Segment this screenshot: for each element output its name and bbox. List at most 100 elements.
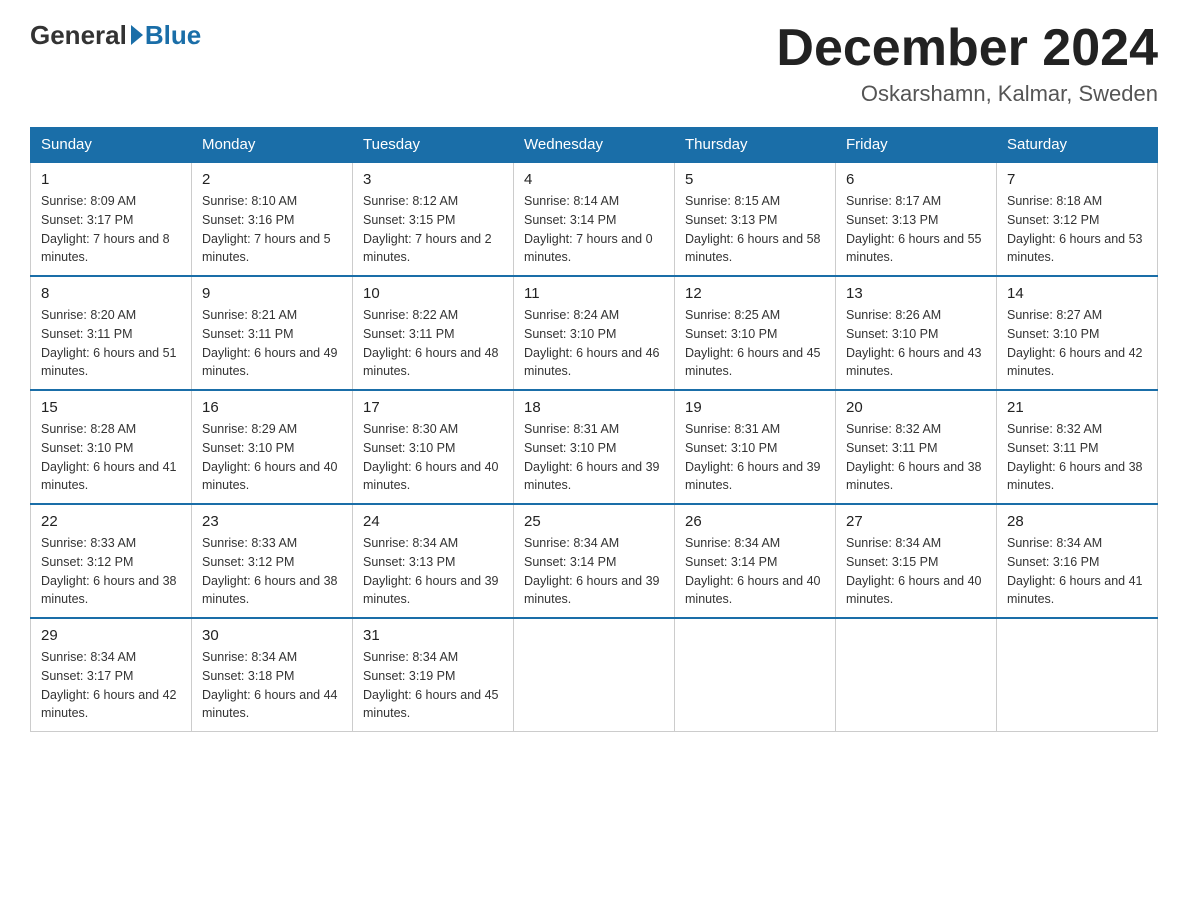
calendar-cell — [836, 618, 997, 732]
calendar-cell: 4 Sunrise: 8:14 AMSunset: 3:14 PMDaylight… — [514, 162, 675, 276]
day-info: Sunrise: 8:33 AMSunset: 3:12 PMDaylight:… — [41, 534, 181, 609]
day-info: Sunrise: 8:34 AMSunset: 3:14 PMDaylight:… — [685, 534, 825, 609]
calendar-cell: 8 Sunrise: 8:20 AMSunset: 3:11 PMDaylight… — [31, 276, 192, 390]
day-number: 14 — [1007, 285, 1147, 302]
day-number: 29 — [41, 627, 181, 644]
calendar-cell: 20Sunrise: 8:32 AMSunset: 3:11 PMDayligh… — [836, 390, 997, 504]
calendar-day-header: Sunday — [31, 128, 192, 163]
calendar-table: SundayMondayTuesdayWednesdayThursdayFrid… — [30, 127, 1158, 732]
day-info: Sunrise: 8:31 AMSunset: 3:10 PMDaylight:… — [524, 420, 664, 495]
location-text: Oskarshamn, Kalmar, Sweden — [776, 81, 1158, 107]
calendar-day-header: Monday — [192, 128, 353, 163]
day-info: Sunrise: 8:32 AMSunset: 3:11 PMDaylight:… — [846, 420, 986, 495]
calendar-cell: 21Sunrise: 8:32 AMSunset: 3:11 PMDayligh… — [997, 390, 1158, 504]
day-info: Sunrise: 8:34 AMSunset: 3:13 PMDaylight:… — [363, 534, 503, 609]
calendar-day-header: Friday — [836, 128, 997, 163]
month-title: December 2024 — [776, 20, 1158, 77]
day-number: 19 — [685, 399, 825, 416]
day-info: Sunrise: 8:34 AMSunset: 3:16 PMDaylight:… — [1007, 534, 1147, 609]
calendar-cell: 5 Sunrise: 8:15 AMSunset: 3:13 PMDaylight… — [675, 162, 836, 276]
calendar-cell: 7Sunrise: 8:18 AMSunset: 3:12 PMDaylight… — [997, 162, 1158, 276]
day-number: 11 — [524, 285, 664, 302]
calendar-week-row: 15 Sunrise: 8:28 AMSunset: 3:10 PMDayligh… — [31, 390, 1158, 504]
day-number: 18 — [524, 399, 664, 416]
title-block: December 2024 Oskarshamn, Kalmar, Sweden — [776, 20, 1158, 107]
day-info: Sunrise: 8:14 AMSunset: 3:14 PMDaylight:… — [524, 192, 664, 267]
day-info: Sunrise: 8:24 AMSunset: 3:10 PMDaylight:… — [524, 306, 664, 381]
day-number: 27 — [846, 513, 986, 530]
day-number: 24 — [363, 513, 503, 530]
day-info: Sunrise: 8:30 AMSunset: 3:10 PMDaylight:… — [363, 420, 503, 495]
day-info: Sunrise: 8:34 AMSunset: 3:19 PMDaylight:… — [363, 648, 503, 723]
day-number: 25 — [524, 513, 664, 530]
calendar-header: SundayMondayTuesdayWednesdayThursdayFrid… — [31, 128, 1158, 163]
day-number: 16 — [202, 399, 342, 416]
calendar-body: 1Sunrise: 8:09 AMSunset: 3:17 PMDaylight… — [31, 162, 1158, 732]
calendar-cell: 27 Sunrise: 8:34 AMSunset: 3:15 PMDayligh… — [836, 504, 997, 618]
calendar-cell: 19Sunrise: 8:31 AMSunset: 3:10 PMDayligh… — [675, 390, 836, 504]
day-info: Sunrise: 8:28 AMSunset: 3:10 PMDaylight:… — [41, 420, 181, 495]
calendar-cell — [675, 618, 836, 732]
calendar-cell: 13Sunrise: 8:26 AMSunset: 3:10 PMDayligh… — [836, 276, 997, 390]
day-number: 10 — [363, 285, 503, 302]
day-number: 4 — [524, 171, 664, 188]
day-info: Sunrise: 8:09 AMSunset: 3:17 PMDaylight:… — [41, 192, 181, 267]
logo-arrow-icon — [131, 25, 143, 45]
calendar-header-row: SundayMondayTuesdayWednesdayThursdayFrid… — [31, 128, 1158, 163]
day-info: Sunrise: 8:34 AMSunset: 3:18 PMDaylight:… — [202, 648, 342, 723]
day-info: Sunrise: 8:34 AMSunset: 3:17 PMDaylight:… — [41, 648, 181, 723]
day-info: Sunrise: 8:18 AMSunset: 3:12 PMDaylight:… — [1007, 192, 1147, 267]
day-info: Sunrise: 8:33 AMSunset: 3:12 PMDaylight:… — [202, 534, 342, 609]
calendar-cell: 23Sunrise: 8:33 AMSunset: 3:12 PMDayligh… — [192, 504, 353, 618]
calendar-cell: 31 Sunrise: 8:34 AMSunset: 3:19 PMDayligh… — [353, 618, 514, 732]
calendar-day-header: Thursday — [675, 128, 836, 163]
day-number: 21 — [1007, 399, 1147, 416]
calendar-cell: 15 Sunrise: 8:28 AMSunset: 3:10 PMDayligh… — [31, 390, 192, 504]
calendar-cell: 28Sunrise: 8:34 AMSunset: 3:16 PMDayligh… — [997, 504, 1158, 618]
day-info: Sunrise: 8:34 AMSunset: 3:15 PMDaylight:… — [846, 534, 986, 609]
calendar-week-row: 22 Sunrise: 8:33 AMSunset: 3:12 PMDayligh… — [31, 504, 1158, 618]
calendar-cell: 10Sunrise: 8:22 AMSunset: 3:11 PMDayligh… — [353, 276, 514, 390]
calendar-cell: 14Sunrise: 8:27 AMSunset: 3:10 PMDayligh… — [997, 276, 1158, 390]
calendar-cell: 25 Sunrise: 8:34 AMSunset: 3:14 PMDayligh… — [514, 504, 675, 618]
day-number: 22 — [41, 513, 181, 530]
calendar-cell: 1Sunrise: 8:09 AMSunset: 3:17 PMDaylight… — [31, 162, 192, 276]
calendar-cell — [514, 618, 675, 732]
day-number: 26 — [685, 513, 825, 530]
day-number: 30 — [202, 627, 342, 644]
day-info: Sunrise: 8:10 AMSunset: 3:16 PMDaylight:… — [202, 192, 342, 267]
day-info: Sunrise: 8:15 AMSunset: 3:13 PMDaylight:… — [685, 192, 825, 267]
day-info: Sunrise: 8:34 AMSunset: 3:14 PMDaylight:… — [524, 534, 664, 609]
calendar-week-row: 1Sunrise: 8:09 AMSunset: 3:17 PMDaylight… — [31, 162, 1158, 276]
logo-blue-text: Blue — [145, 20, 201, 51]
calendar-cell: 6 Sunrise: 8:17 AMSunset: 3:13 PMDaylight… — [836, 162, 997, 276]
day-info: Sunrise: 8:25 AMSunset: 3:10 PMDaylight:… — [685, 306, 825, 381]
calendar-week-row: 8 Sunrise: 8:20 AMSunset: 3:11 PMDaylight… — [31, 276, 1158, 390]
day-info: Sunrise: 8:20 AMSunset: 3:11 PMDaylight:… — [41, 306, 181, 381]
calendar-cell: 2Sunrise: 8:10 AMSunset: 3:16 PMDaylight… — [192, 162, 353, 276]
day-info: Sunrise: 8:12 AMSunset: 3:15 PMDaylight:… — [363, 192, 503, 267]
day-info: Sunrise: 8:29 AMSunset: 3:10 PMDaylight:… — [202, 420, 342, 495]
day-number: 3 — [363, 171, 503, 188]
day-number: 5 — [685, 171, 825, 188]
calendar-day-header: Saturday — [997, 128, 1158, 163]
calendar-cell: 12Sunrise: 8:25 AMSunset: 3:10 PMDayligh… — [675, 276, 836, 390]
calendar-day-header: Tuesday — [353, 128, 514, 163]
day-number: 17 — [363, 399, 503, 416]
logo-general-text: General — [30, 20, 127, 51]
day-number: 6 — [846, 171, 986, 188]
calendar-cell: 29 Sunrise: 8:34 AMSunset: 3:17 PMDayligh… — [31, 618, 192, 732]
day-number: 13 — [846, 285, 986, 302]
day-number: 15 — [41, 399, 181, 416]
calendar-cell: 9Sunrise: 8:21 AMSunset: 3:11 PMDaylight… — [192, 276, 353, 390]
calendar-cell: 11 Sunrise: 8:24 AMSunset: 3:10 PMDayligh… — [514, 276, 675, 390]
calendar-cell: 18 Sunrise: 8:31 AMSunset: 3:10 PMDayligh… — [514, 390, 675, 504]
calendar-cell: 30 Sunrise: 8:34 AMSunset: 3:18 PMDayligh… — [192, 618, 353, 732]
calendar-cell — [997, 618, 1158, 732]
calendar-cell: 26 Sunrise: 8:34 AMSunset: 3:14 PMDayligh… — [675, 504, 836, 618]
day-number: 31 — [363, 627, 503, 644]
calendar-cell: 22 Sunrise: 8:33 AMSunset: 3:12 PMDayligh… — [31, 504, 192, 618]
day-number: 8 — [41, 285, 181, 302]
day-info: Sunrise: 8:17 AMSunset: 3:13 PMDaylight:… — [846, 192, 986, 267]
logo: General Blue — [30, 20, 201, 51]
